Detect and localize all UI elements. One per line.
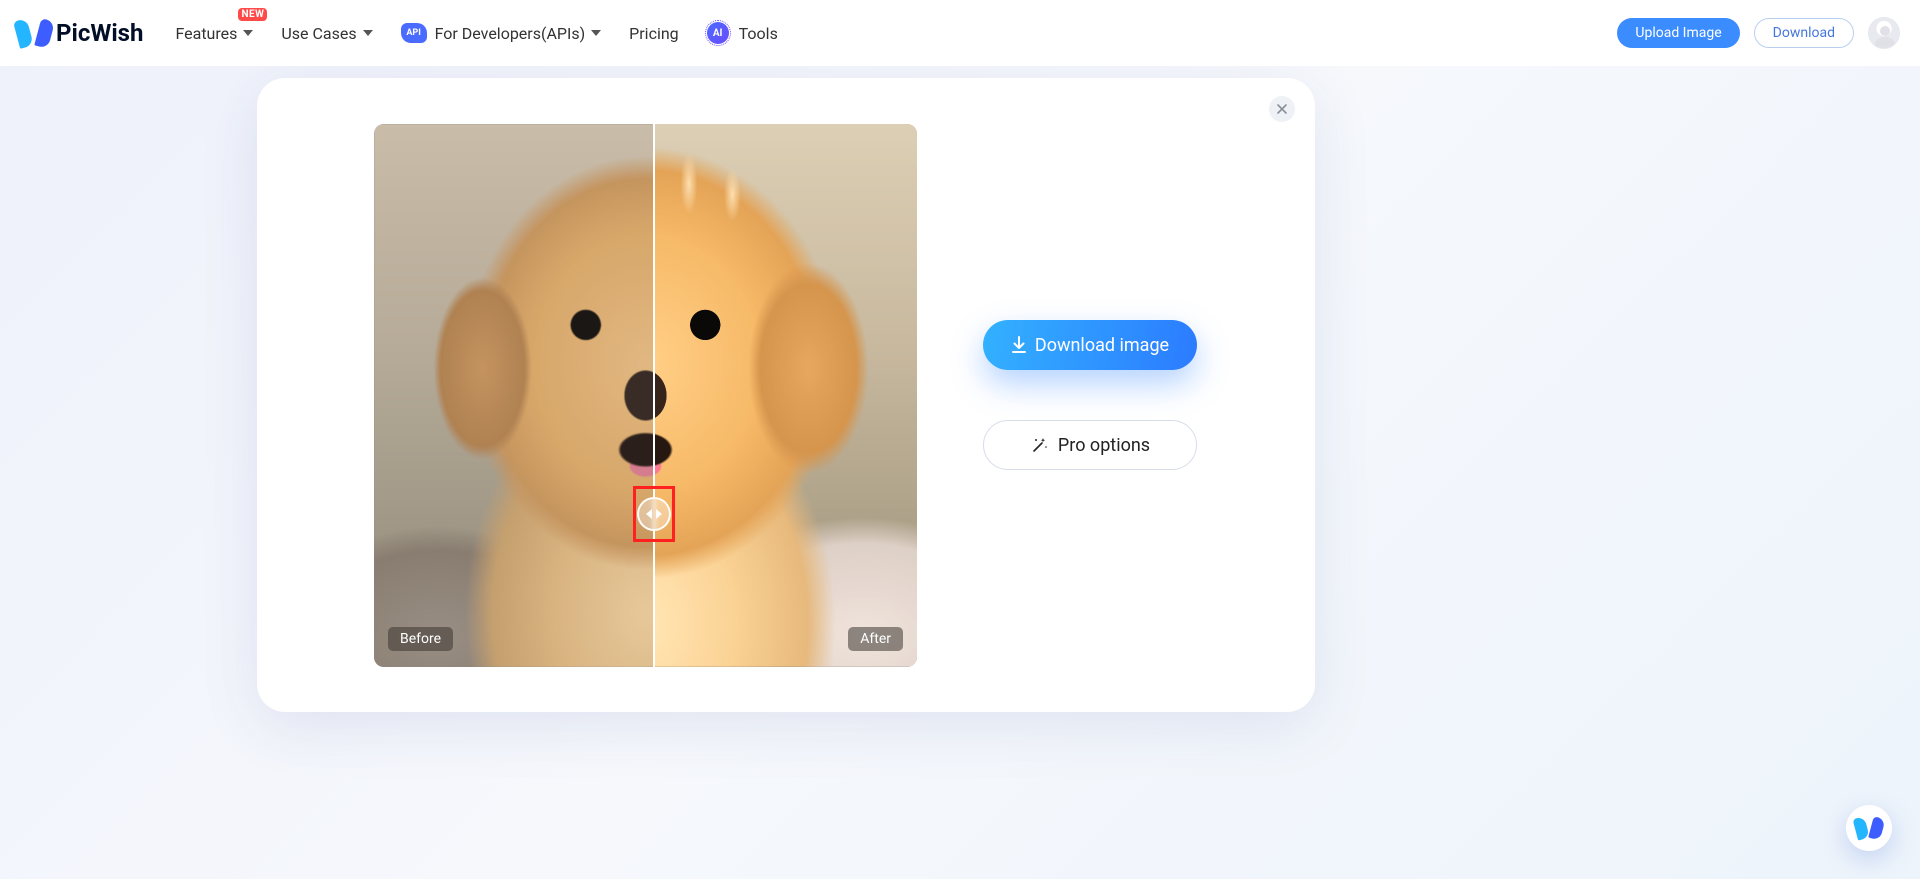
nav-left: Features NEW Use Cases API For Developer… <box>175 22 777 44</box>
brand-logo-icon <box>20 15 48 51</box>
nav-tools-label: Tools <box>739 24 778 43</box>
nav-use-cases-label: Use Cases <box>281 24 356 43</box>
chevron-down-icon <box>363 30 373 36</box>
download-button[interactable]: Download <box>1754 18 1854 48</box>
close-icon <box>1277 104 1287 114</box>
before-after-compare[interactable]: Before After <box>374 124 917 667</box>
nav-pricing[interactable]: Pricing <box>629 24 679 43</box>
download-icon <box>1011 336 1027 354</box>
panel-actions: Download image Pro options <box>983 78 1197 712</box>
help-fab[interactable] <box>1846 805 1892 851</box>
new-badge: NEW <box>238 8 267 21</box>
nav-features[interactable]: Features NEW <box>175 24 253 43</box>
api-badge-icon: API <box>401 23 427 43</box>
nav-pricing-label: Pricing <box>629 24 679 43</box>
download-image-label: Download image <box>1035 335 1169 356</box>
compare-divider <box>653 124 655 667</box>
nav-tools[interactable]: AI Tools <box>707 22 778 44</box>
upload-image-button[interactable]: Upload Image <box>1617 18 1739 48</box>
chevron-down-icon <box>591 30 601 36</box>
magic-wand-icon <box>1030 435 1050 455</box>
pro-options-button[interactable]: Pro options <box>983 420 1197 470</box>
download-image-button[interactable]: Download image <box>983 320 1197 370</box>
brand-name: PicWish <box>56 19 143 47</box>
header-nav: PicWish Features NEW Use Cases API For D… <box>0 0 1920 66</box>
compare-slider-handle[interactable] <box>637 497 671 531</box>
close-button[interactable] <box>1269 96 1295 122</box>
nav-use-cases[interactable]: Use Cases <box>281 24 372 43</box>
nav-features-label: Features <box>175 24 237 43</box>
nav-developers-label: For Developers(APIs) <box>435 24 586 43</box>
pro-options-label: Pro options <box>1058 435 1150 456</box>
chevron-down-icon <box>243 30 253 36</box>
nav-right: Upload Image Download <box>1617 17 1900 49</box>
result-panel: Before After Download image Pro options <box>257 78 1315 712</box>
nav-developers[interactable]: API For Developers(APIs) <box>401 23 602 43</box>
after-label: After <box>848 627 903 651</box>
brand-mark-icon <box>1856 815 1882 841</box>
ai-badge-icon: AI <box>707 22 729 44</box>
brand-logo[interactable]: PicWish <box>20 15 143 51</box>
user-avatar[interactable] <box>1868 17 1900 49</box>
before-label: Before <box>388 627 453 651</box>
